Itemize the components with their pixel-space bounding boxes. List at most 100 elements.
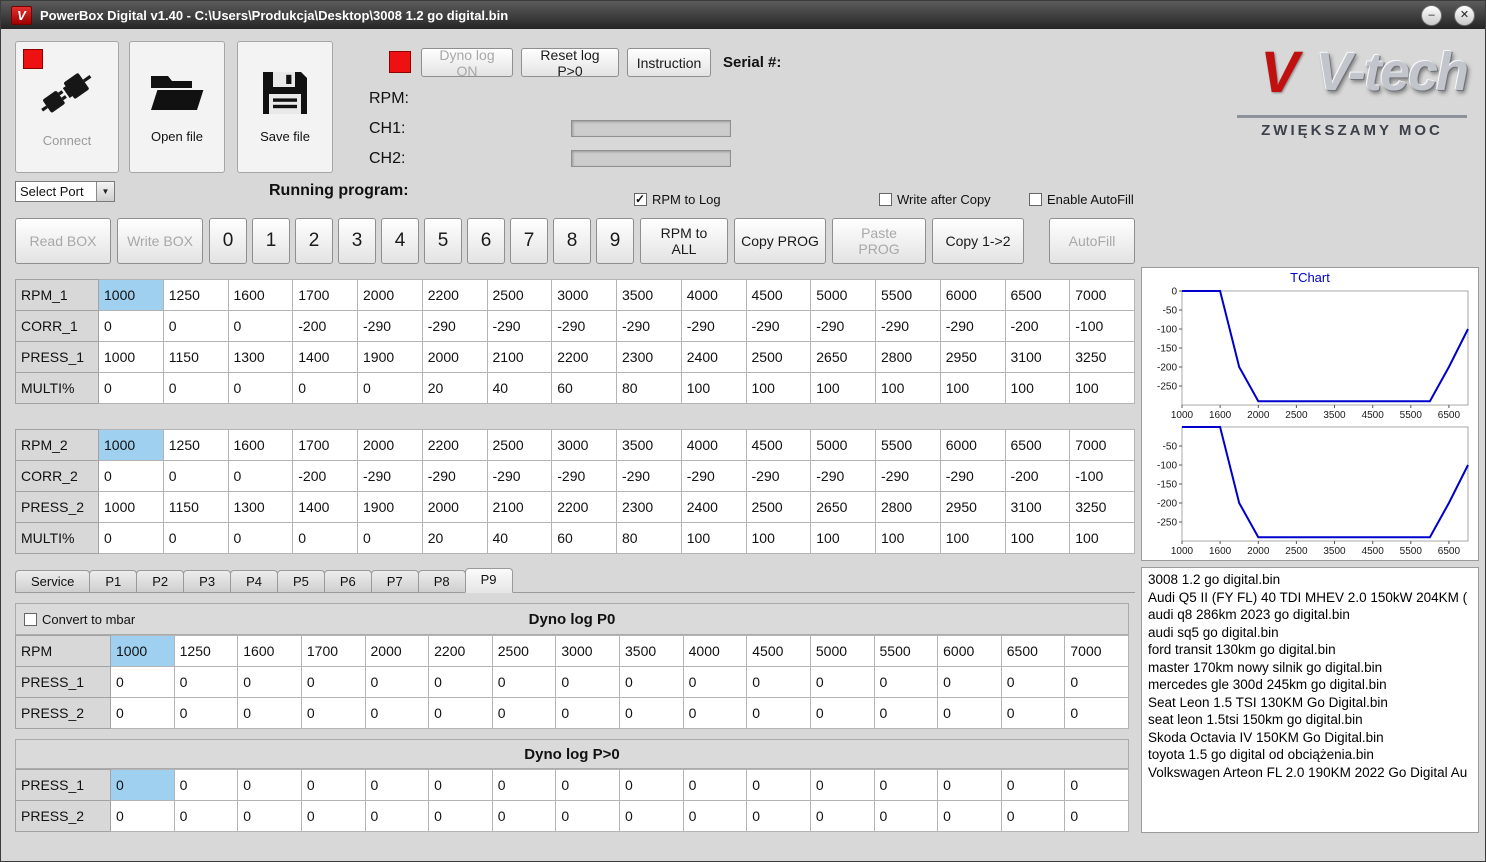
cell-RPM_1-12[interactable]: 5500	[875, 279, 941, 311]
cell-PRESS_1-14[interactable]: 3100	[1004, 341, 1071, 373]
cell-MULTI%-8[interactable]: 80	[616, 372, 682, 404]
cell-RPM-3[interactable]: 1700	[300, 635, 366, 667]
cell-PRESS_2-8[interactable]: 0	[619, 800, 684, 832]
minimize-button[interactable]: –	[1421, 4, 1442, 26]
cell-PRESS_1-0[interactable]: 0	[110, 769, 175, 801]
cell-RPM-12[interactable]: 5500	[873, 635, 939, 667]
connect-button[interactable]: Connect	[15, 41, 119, 173]
cell-PRESS_2-2[interactable]: 1300	[227, 491, 294, 523]
cell-MULTI%-5[interactable]: 20	[421, 522, 488, 554]
cell-CORR_2-8[interactable]: -290	[616, 460, 682, 492]
cell-MULTI%-4[interactable]: 0	[357, 522, 423, 554]
cell-MULTI%-13[interactable]: 100	[939, 372, 1006, 404]
cell-RPM_2-15[interactable]: 7000	[1069, 429, 1135, 461]
write-box-button[interactable]: Write BOX	[117, 218, 203, 264]
cell-PRESS_2-2[interactable]: 0	[237, 800, 302, 832]
cell-PRESS_2-11[interactable]: 2650	[810, 491, 876, 523]
cell-RPM-5[interactable]: 2200	[428, 635, 493, 667]
file-list-item[interactable]: Volkswagen Arteon FL 2.0 190KM 2022 Go D…	[1148, 764, 1472, 782]
cell-PRESS_1-8[interactable]: 0	[619, 769, 684, 801]
cell-RPM_2-4[interactable]: 2000	[357, 429, 423, 461]
convert-to-mbar-checkbox[interactable]: Convert to mbar	[24, 612, 135, 627]
cell-MULTI%-2[interactable]: 0	[227, 522, 294, 554]
cell-PRESS_2-9[interactable]: 0	[682, 697, 748, 729]
file-list-item[interactable]: audi sq5 go digital.bin	[1148, 624, 1472, 642]
cell-PRESS_1-9[interactable]: 0	[682, 666, 748, 698]
cell-MULTI%-11[interactable]: 100	[810, 522, 876, 554]
cell-CORR_1-11[interactable]: -290	[810, 310, 876, 342]
file-list-item[interactable]: Skoda Octavia IV 150KM Go Digital.bin	[1148, 729, 1472, 747]
cell-PRESS_1-6[interactable]: 0	[491, 769, 557, 801]
cell-PRESS_2-4[interactable]: 0	[364, 800, 430, 832]
cell-PRESS_1-13[interactable]: 2950	[939, 341, 1006, 373]
cell-CORR_2-10[interactable]: -290	[745, 460, 812, 492]
cell-PRESS_1-11[interactable]: 0	[809, 769, 875, 801]
cell-PRESS_1-5[interactable]: 0	[428, 769, 493, 801]
cell-PRESS_1-12[interactable]: 2800	[875, 341, 941, 373]
tab-service[interactable]: Service	[15, 570, 91, 592]
cell-MULTI%-11[interactable]: 100	[810, 372, 876, 404]
cell-CORR_1-0[interactable]: 0	[98, 310, 164, 342]
cell-CORR_1-3[interactable]: -200	[292, 310, 358, 342]
cell-PRESS_1-15[interactable]: 0	[1064, 666, 1129, 698]
tab-p4[interactable]: P4	[230, 570, 278, 592]
cell-PRESS_2-6[interactable]: 2100	[486, 491, 553, 523]
cell-PRESS_2-7[interactable]: 0	[555, 800, 620, 832]
cell-PRESS_2-12[interactable]: 0	[873, 800, 939, 832]
program-button-4[interactable]: 4	[381, 218, 419, 264]
cell-CORR_1-12[interactable]: -290	[875, 310, 941, 342]
tab-p3[interactable]: P3	[183, 570, 232, 592]
tab-p7[interactable]: P7	[370, 570, 419, 592]
cell-PRESS_1-9[interactable]: 0	[682, 769, 748, 801]
instruction-button[interactable]: Instruction	[627, 48, 711, 77]
cell-MULTI%-5[interactable]: 20	[421, 372, 488, 404]
cell-PRESS_1-11[interactable]: 2650	[810, 341, 876, 373]
cell-PRESS_2-4[interactable]: 1900	[357, 491, 423, 523]
reset-log-button[interactable]: Reset log P>0	[521, 47, 619, 79]
cell-PRESS_2-3[interactable]: 0	[300, 800, 366, 832]
cell-CORR_2-9[interactable]: -290	[680, 460, 747, 492]
program-button-5[interactable]: 5	[424, 218, 462, 264]
cell-CORR_2-14[interactable]: -200	[1004, 460, 1071, 492]
cell-PRESS_2-9[interactable]: 2400	[680, 491, 747, 523]
cell-MULTI%-6[interactable]: 40	[486, 522, 553, 554]
rpm-to-all-button[interactable]: RPM to ALL	[640, 218, 728, 264]
cell-PRESS_1-0[interactable]: 0	[110, 666, 175, 698]
cell-RPM-6[interactable]: 2500	[491, 635, 557, 667]
cell-PRESS_2-15[interactable]: 0	[1064, 697, 1129, 729]
cell-PRESS_2-14[interactable]: 0	[1000, 697, 1066, 729]
cell-PRESS_2-14[interactable]: 3100	[1004, 491, 1071, 523]
cell-PRESS_1-7[interactable]: 0	[555, 666, 620, 698]
program-button-7[interactable]: 7	[510, 218, 548, 264]
cell-MULTI%-13[interactable]: 100	[939, 522, 1006, 554]
tab-p8[interactable]: P8	[417, 570, 466, 592]
cell-RPM_2-5[interactable]: 2200	[421, 429, 488, 461]
cell-RPM_1-14[interactable]: 6500	[1004, 279, 1071, 311]
cell-PRESS_1-10[interactable]: 0	[746, 666, 811, 698]
cell-RPM-10[interactable]: 4500	[746, 635, 811, 667]
cell-PRESS_1-0[interactable]: 1000	[98, 341, 164, 373]
cell-RPM_2-13[interactable]: 6000	[939, 429, 1006, 461]
cell-CORR_2-11[interactable]: -290	[810, 460, 876, 492]
cell-CORR_1-6[interactable]: -290	[486, 310, 553, 342]
program-button-8[interactable]: 8	[553, 218, 591, 264]
cell-CORR_2-4[interactable]: -290	[357, 460, 423, 492]
cell-MULTI%-14[interactable]: 100	[1004, 372, 1071, 404]
cell-PRESS_2-8[interactable]: 0	[619, 697, 684, 729]
cell-CORR_1-13[interactable]: -290	[939, 310, 1006, 342]
cell-MULTI%-1[interactable]: 0	[162, 372, 229, 404]
cell-PRESS_2-13[interactable]: 0	[937, 800, 1002, 832]
cell-MULTI%-7[interactable]: 60	[551, 522, 617, 554]
cell-RPM-15[interactable]: 7000	[1064, 635, 1129, 667]
cell-PRESS_2-1[interactable]: 0	[173, 697, 239, 729]
write-after-copy-checkbox[interactable]: Write after Copy	[879, 192, 991, 207]
cell-PRESS_1-2[interactable]: 0	[237, 666, 302, 698]
cell-PRESS_1-13[interactable]: 0	[937, 769, 1002, 801]
file-list-item[interactable]: mercedes gle 300d 245km go digital.bin	[1148, 676, 1472, 694]
program-button-9[interactable]: 9	[596, 218, 634, 264]
cell-PRESS_2-5[interactable]: 0	[428, 800, 493, 832]
cell-PRESS_1-8[interactable]: 0	[619, 666, 684, 698]
cell-PRESS_1-7[interactable]: 2200	[551, 341, 617, 373]
program-button-1[interactable]: 1	[252, 218, 290, 264]
cell-MULTI%-14[interactable]: 100	[1004, 522, 1071, 554]
